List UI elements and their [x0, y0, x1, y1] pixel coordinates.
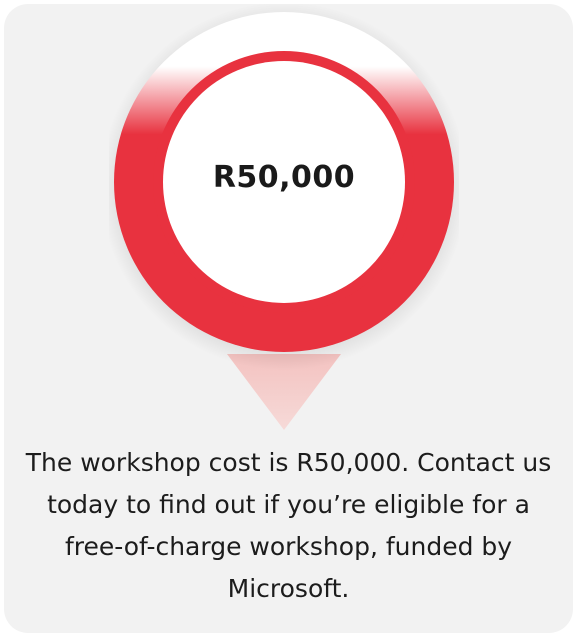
- location-pin-icon: R50,000: [109, 4, 459, 444]
- pricing-card: R50,000 The workshop cost is R50,000. Co…: [4, 4, 573, 633]
- price-label: R50,000: [212, 160, 356, 195]
- pin-graphic: [109, 4, 459, 430]
- description-text: The workshop cost is R50,000. Contact us…: [25, 448, 552, 603]
